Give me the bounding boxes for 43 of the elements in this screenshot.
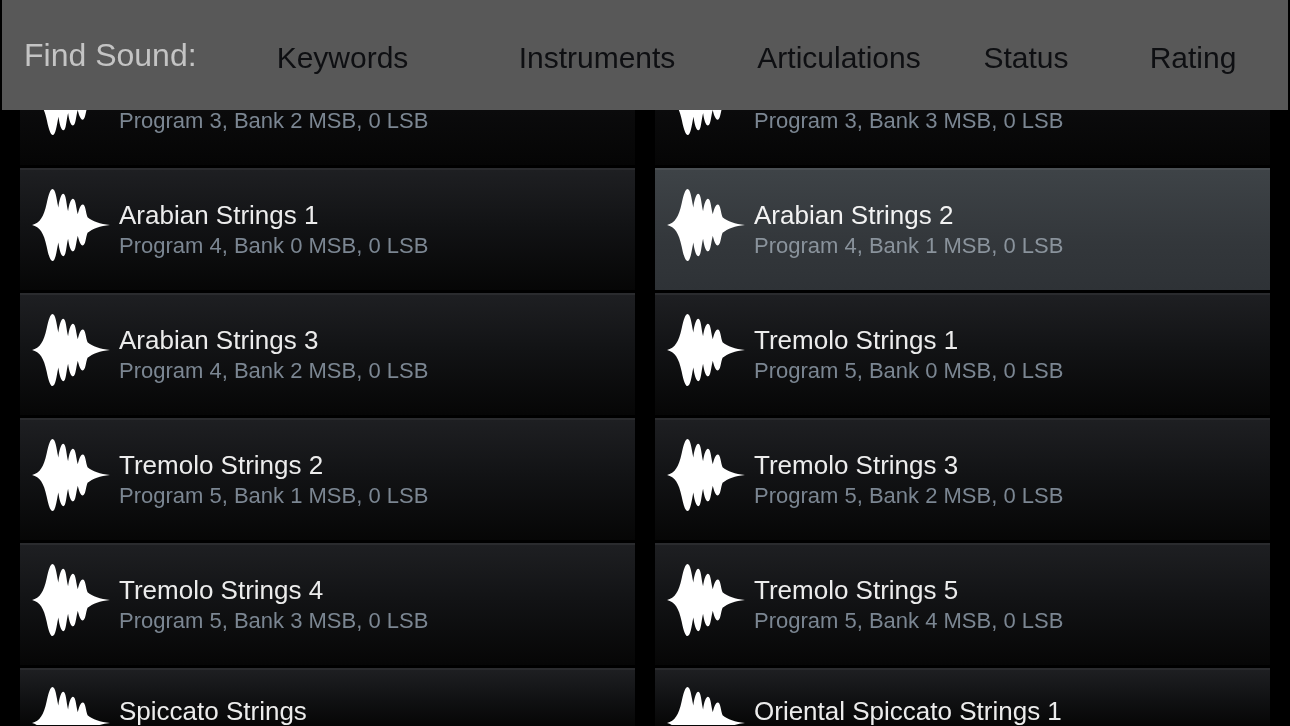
- sound-tile[interactable]: Arabian Strings 3 Program 4, Bank 2 MSB, 0 LSB: [20, 293, 635, 415]
- sound-tile[interactable]: Arabian Strings 1 Program 4, Bank 0 MSB, 0 LSB: [20, 168, 635, 290]
- waveform-icon: [32, 188, 110, 262]
- sound-program: Program 5, Bank 4 MSB, 0 LSB: [754, 607, 1064, 635]
- waveform-icon: [667, 563, 745, 637]
- find-sound-label: Find Sound:: [23, 36, 198, 74]
- sound-tile[interactable]: Tremolo Strings 2 Program 5, Bank 1 MSB, 0 LSB: [20, 418, 635, 540]
- sound-tile[interactable]: Spiccato Strings: [20, 668, 635, 726]
- sound-program: Program 3, Bank 2 MSB, 0 LSB: [119, 110, 429, 132]
- sound-name: Arabian Strings 3: [119, 325, 320, 355]
- sound-name: Arabian Strings 2: [754, 200, 955, 230]
- sound-tile[interactable]: Program 3, Bank 2 MSB, 0 LSB: [20, 110, 635, 165]
- waveform-icon: [667, 188, 745, 262]
- sound-program: Program 5, Bank 3 MSB, 0 LSB: [119, 607, 429, 635]
- sound-tile[interactable]: Tremolo Strings 1 Program 5, Bank 0 MSB, 0 LSB: [655, 293, 1270, 415]
- sound-program: Program 4, Bank 0 MSB, 0 LSB: [119, 232, 429, 260]
- sound-tile[interactable]: Tremolo Strings 3 Program 5, Bank 2 MSB, 0 LSB: [655, 418, 1270, 540]
- sound-tile[interactable]: Arabian Strings 2 Program 4, Bank 1 MSB, 0 LSB: [655, 168, 1270, 290]
- sound-program: Program 5, Bank 2 MSB, 0 LSB: [754, 482, 1064, 510]
- sound-program: Program 3, Bank 3 MSB, 0 LSB: [754, 110, 1064, 132]
- sound-program: Program 5, Bank 0 MSB, 0 LSB: [754, 357, 1064, 385]
- sound-name: Tremolo Strings 5: [754, 575, 960, 605]
- sound-name: Tremolo Strings 2: [119, 450, 325, 480]
- sound-name: Tremolo Strings 4: [119, 575, 325, 605]
- sound-tile[interactable]: Program 3, Bank 3 MSB, 0 LSB: [655, 110, 1270, 165]
- waveform-icon: [32, 438, 110, 512]
- waveform-icon: [32, 313, 110, 387]
- waveform-icon: [667, 313, 745, 387]
- waveform-icon: [667, 438, 745, 512]
- sound-name: Tremolo Strings 3: [754, 450, 960, 480]
- waveform-icon: [32, 686, 110, 725]
- sound-tile[interactable]: Tremolo Strings 5 Program 5, Bank 4 MSB, 0 LSB: [655, 543, 1270, 665]
- sound-program: Program 4, Bank 2 MSB, 0 LSB: [119, 357, 429, 385]
- sound-program: Program 4, Bank 1 MSB, 0 LSB: [754, 232, 1064, 260]
- sound-tile[interactable]: Tremolo Strings 4 Program 5, Bank 3 MSB, 0 LSB: [20, 543, 635, 665]
- sound-name: Arabian Strings 1: [119, 200, 320, 230]
- sound-tile[interactable]: Oriental Spiccato Strings 1: [655, 668, 1270, 726]
- sound-program: Program 5, Bank 1 MSB, 0 LSB: [119, 482, 429, 510]
- sound-name: Spiccato Strings: [119, 696, 307, 726]
- waveform-icon: [32, 563, 110, 637]
- waveform-icon: [667, 686, 745, 725]
- sound-name: Oriental Spiccato Strings 1: [754, 696, 1062, 726]
- sound-name: Tremolo Strings 1: [754, 325, 960, 355]
